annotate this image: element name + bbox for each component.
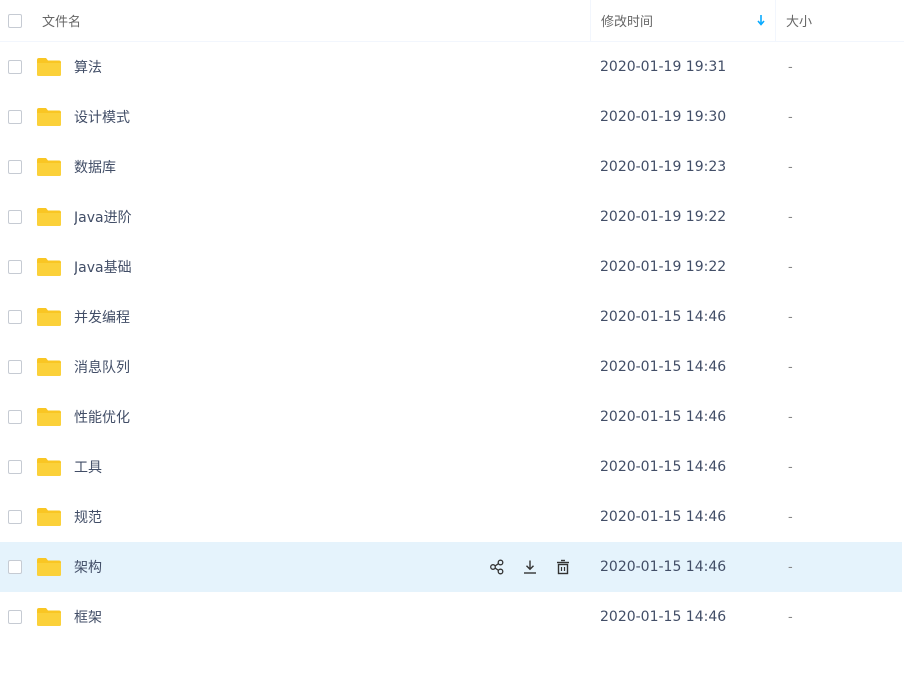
sort-down-arrow-icon[interactable] bbox=[757, 14, 765, 26]
file-size: - bbox=[788, 609, 793, 625]
file-rows: 算法 2020-01-19 19:31 - 设计模式 2020-01-19 19… bbox=[0, 42, 904, 642]
file-row[interactable]: 数据库 2020-01-19 19:23 - bbox=[0, 142, 904, 192]
row-checkbox[interactable] bbox=[8, 460, 22, 474]
folder-icon bbox=[36, 457, 62, 477]
row-checkbox[interactable] bbox=[8, 610, 22, 624]
file-modified-time: 2020-01-19 19:31 bbox=[600, 59, 727, 75]
file-modified-time: 2020-01-19 19:22 bbox=[600, 209, 727, 225]
file-size: - bbox=[788, 159, 793, 175]
row-checkbox[interactable] bbox=[8, 210, 22, 224]
folder-icon bbox=[36, 557, 62, 577]
row-checkbox[interactable] bbox=[8, 360, 22, 374]
file-modified-time: 2020-01-15 14:46 bbox=[600, 409, 727, 425]
file-row[interactable]: 框架 2020-01-15 14:46 - bbox=[0, 592, 904, 642]
row-checkbox[interactable] bbox=[8, 310, 22, 324]
file-modified-time: 2020-01-15 14:46 bbox=[600, 459, 727, 475]
folder-icon bbox=[36, 357, 62, 377]
file-size: - bbox=[788, 459, 793, 475]
file-modified-time: 2020-01-15 14:46 bbox=[600, 609, 727, 625]
column-header-modified-time-label: 修改时间 bbox=[601, 15, 654, 30]
file-name[interactable]: 并发编程 bbox=[74, 307, 480, 327]
file-name[interactable]: 算法 bbox=[74, 57, 480, 77]
file-row[interactable]: 设计模式 2020-01-19 19:30 - bbox=[0, 92, 904, 142]
file-row[interactable]: Java基础 2020-01-19 19:22 - bbox=[0, 242, 904, 292]
folder-icon bbox=[36, 307, 62, 327]
file-size: - bbox=[788, 359, 793, 375]
file-list: 文件名 修改时间 大小 算法 2020-01-19 19:31 - 设计模式 2… bbox=[0, 0, 904, 642]
file-size: - bbox=[788, 209, 793, 225]
select-all-checkbox[interactable] bbox=[8, 13, 22, 28]
file-modified-time: 2020-01-19 19:23 bbox=[600, 159, 727, 175]
file-name[interactable]: 框架 bbox=[74, 607, 480, 627]
folder-icon bbox=[36, 57, 62, 77]
file-name[interactable]: Java进阶 bbox=[74, 207, 480, 227]
file-name[interactable]: Java基础 bbox=[74, 257, 480, 277]
file-size: - bbox=[788, 309, 793, 325]
folder-icon bbox=[36, 607, 62, 627]
file-row[interactable]: Java进阶 2020-01-19 19:22 - bbox=[0, 192, 904, 242]
file-row[interactable]: 规范 2020-01-15 14:46 - bbox=[0, 492, 904, 542]
row-checkbox[interactable] bbox=[8, 60, 22, 74]
file-row[interactable]: 并发编程 2020-01-15 14:46 - bbox=[0, 292, 904, 342]
file-size: - bbox=[788, 559, 793, 575]
file-name[interactable]: 架构 bbox=[74, 557, 480, 577]
file-row[interactable]: 算法 2020-01-19 19:31 - bbox=[0, 42, 904, 92]
row-checkbox[interactable] bbox=[8, 560, 22, 574]
row-checkbox[interactable] bbox=[8, 410, 22, 424]
row-checkbox[interactable] bbox=[8, 510, 22, 524]
file-name[interactable]: 消息队列 bbox=[74, 357, 480, 377]
row-checkbox[interactable] bbox=[8, 260, 22, 274]
file-name[interactable]: 规范 bbox=[74, 507, 480, 527]
folder-icon bbox=[36, 207, 62, 227]
folder-icon bbox=[36, 257, 62, 277]
folder-icon bbox=[36, 407, 62, 427]
folder-icon bbox=[36, 157, 62, 177]
column-header-modified-time[interactable]: 修改时间 bbox=[590, 0, 776, 41]
folder-icon bbox=[36, 507, 62, 527]
file-modified-time: 2020-01-19 19:22 bbox=[600, 259, 727, 275]
file-name[interactable]: 数据库 bbox=[74, 157, 480, 177]
row-checkbox[interactable] bbox=[8, 160, 22, 174]
file-name[interactable]: 工具 bbox=[74, 457, 480, 477]
download-icon[interactable] bbox=[513, 556, 546, 578]
file-modified-time: 2020-01-15 14:46 bbox=[600, 359, 727, 375]
file-size: - bbox=[788, 509, 793, 525]
file-row[interactable]: 架构 2020-01-15 14:46 - bbox=[0, 542, 902, 592]
file-row[interactable]: 工具 2020-01-15 14:46 - bbox=[0, 442, 904, 492]
folder-icon bbox=[36, 107, 62, 127]
row-actions bbox=[480, 556, 580, 578]
column-header-name[interactable]: 文件名 bbox=[42, 11, 590, 30]
file-size: - bbox=[788, 109, 793, 125]
file-modified-time: 2020-01-15 14:46 bbox=[600, 509, 727, 525]
trash-icon[interactable] bbox=[547, 556, 580, 578]
file-modified-time: 2020-01-15 14:46 bbox=[600, 309, 727, 325]
file-row[interactable]: 性能优化 2020-01-15 14:46 - bbox=[0, 392, 904, 442]
file-list-header: 文件名 修改时间 大小 bbox=[0, 0, 904, 42]
file-row[interactable]: 消息队列 2020-01-15 14:46 - bbox=[0, 342, 904, 392]
file-modified-time: 2020-01-19 19:30 bbox=[600, 109, 727, 125]
column-header-size[interactable]: 大小 bbox=[776, 11, 812, 30]
file-name[interactable]: 设计模式 bbox=[74, 107, 480, 127]
file-modified-time: 2020-01-15 14:46 bbox=[600, 559, 727, 575]
file-name[interactable]: 性能优化 bbox=[74, 407, 480, 427]
file-size: - bbox=[788, 409, 793, 425]
share-icon[interactable] bbox=[480, 556, 513, 578]
row-checkbox[interactable] bbox=[8, 110, 22, 124]
file-size: - bbox=[788, 59, 793, 75]
file-size: - bbox=[788, 259, 793, 275]
